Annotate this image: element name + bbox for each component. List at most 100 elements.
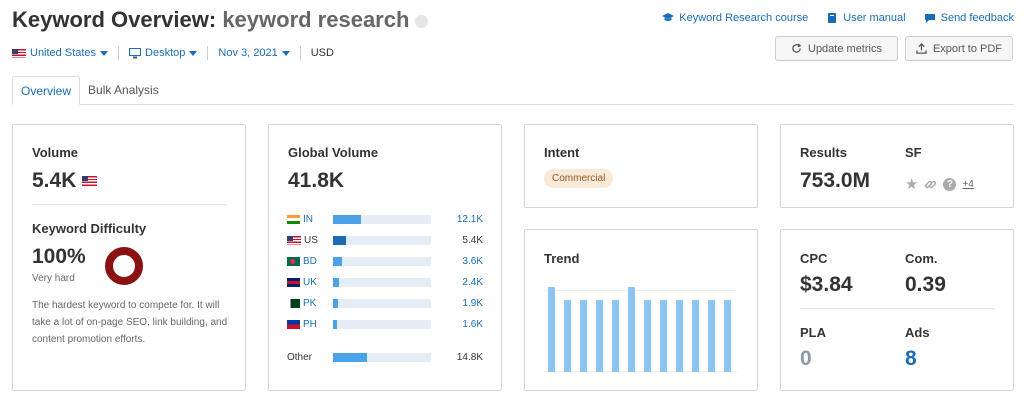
- intent-badge: Commercial: [544, 169, 614, 188]
- page-title: Keyword Overview: keyword research: [12, 7, 429, 33]
- results-value: 753.0M: [800, 169, 871, 192]
- top-links: Keyword Research course User manual Send…: [662, 12, 1014, 24]
- trend-bar: [596, 300, 603, 372]
- trend-bar: [612, 300, 619, 372]
- volume-bar: [333, 277, 431, 287]
- export-icon: [916, 43, 927, 54]
- cpc-card: CPC $3.84 Com. 0.39 PLA 0 Ads 8: [780, 229, 1014, 391]
- volume-value-row: 5.4K: [32, 169, 98, 193]
- sf-icons: ★ ? +4: [905, 175, 974, 193]
- bangladesh-flag-icon: [287, 256, 300, 266]
- volume-bar: [333, 298, 431, 308]
- update-metrics-button[interactable]: Update metrics: [775, 36, 898, 61]
- us-flag-icon: [287, 235, 301, 245]
- tab-bar: Overview Bulk Analysis: [12, 76, 1014, 105]
- pakistan-flag-icon: [287, 298, 300, 308]
- chat-bubble-icon: [924, 14, 935, 23]
- volume-bar-fill: [333, 235, 346, 245]
- trend-bar: [676, 300, 683, 372]
- device-select[interactable]: Desktop: [129, 47, 198, 59]
- volume-bar: [333, 352, 431, 362]
- global-volume-label: Global Volume: [288, 145, 379, 160]
- divider: [118, 46, 120, 60]
- title-prefix: Keyword Overview:: [12, 7, 217, 32]
- volume-label: Volume: [32, 145, 78, 160]
- global-volume-card: Global Volume 41.8K IN 12.1K US 5.4K BD …: [268, 124, 502, 391]
- trend-chart: [544, 287, 737, 390]
- trend-bar: [644, 300, 651, 372]
- pla-label: PLA: [800, 325, 826, 340]
- refresh-icon: [792, 43, 802, 53]
- divider: [800, 308, 995, 309]
- volume-bar: [333, 256, 431, 266]
- date-select[interactable]: Nov 3, 2021: [218, 47, 290, 59]
- volume-bar: [333, 235, 431, 245]
- country-row[interactable]: BD 3.6K: [287, 255, 483, 267]
- country-row[interactable]: UK 2.4K: [287, 276, 483, 288]
- divider: [207, 46, 209, 60]
- status-dot: [415, 14, 429, 28]
- manual-link[interactable]: User manual: [826, 12, 906, 24]
- trend-bar: [708, 300, 715, 372]
- volume-value: 5.4K: [32, 169, 77, 192]
- tab-bulk-analysis[interactable]: Bulk Analysis: [80, 76, 167, 104]
- country-select[interactable]: United States: [12, 47, 109, 59]
- chevron-down-icon: [281, 50, 290, 56]
- graduation-cap-icon: [662, 13, 675, 21]
- chevron-down-icon: [189, 50, 198, 56]
- ads-value[interactable]: 8: [905, 347, 917, 371]
- us-flag-icon: [82, 176, 98, 186]
- ads-label: Ads: [905, 325, 930, 340]
- sf-more-link[interactable]: +4: [962, 179, 973, 190]
- kd-value: 100%: [32, 245, 86, 268]
- philippines-flag-icon: [287, 319, 300, 329]
- country-row[interactable]: US 5.4K: [287, 234, 483, 246]
- trend-bar: [660, 300, 667, 372]
- course-link[interactable]: Keyword Research course: [662, 12, 808, 24]
- desktop-icon: [129, 47, 142, 58]
- country-row[interactable]: IN 12.1K: [287, 213, 483, 225]
- tab-overview[interactable]: Overview: [12, 76, 81, 105]
- trend-card: Trend: [524, 229, 758, 391]
- question-icon: ?: [943, 177, 957, 191]
- link-icon: [925, 180, 937, 188]
- title-keyword: keyword research: [222, 7, 410, 32]
- kd-description: The hardest keyword to compete for. It w…: [32, 300, 228, 345]
- intent-label: Intent: [544, 145, 580, 160]
- india-flag-icon: [287, 214, 300, 224]
- volume-bar: [333, 214, 431, 224]
- trend-bar: [548, 287, 555, 372]
- cpc-value: $3.84: [800, 273, 853, 296]
- volume-bar-fill: [333, 298, 338, 308]
- trend-bar: [724, 300, 731, 372]
- feedback-link[interactable]: Send feedback: [924, 12, 1014, 24]
- volume-bar-fill: [333, 277, 339, 287]
- kd-ring: [105, 247, 143, 285]
- trend-label: Trend: [544, 251, 580, 266]
- intent-card: Intent Commercial: [524, 124, 758, 208]
- com-label: Com.: [905, 251, 938, 266]
- filter-bar: United States Desktop Nov 3, 2021 USD: [12, 46, 334, 60]
- country-row[interactable]: PK 1.9K: [287, 297, 483, 309]
- kd-label: Keyword Difficulty: [32, 221, 147, 236]
- kd-level: Very hard: [32, 273, 75, 284]
- trend-bar: [580, 300, 587, 372]
- export-pdf-button[interactable]: Export to PDF: [905, 36, 1013, 61]
- chevron-down-icon: [100, 50, 109, 56]
- results-card: Results 753.0M SF ★ ? +4: [780, 124, 1014, 208]
- volume-bar: [333, 319, 431, 329]
- trend-bar: [564, 300, 571, 372]
- us-flag-icon: [12, 48, 26, 58]
- volume-bar-fill: [333, 214, 362, 224]
- volume-difficulty-card: Volume 5.4K Keyword Difficulty 100% Very…: [12, 124, 246, 391]
- divider: [32, 204, 227, 205]
- country-row[interactable]: PH 1.6K: [287, 318, 483, 330]
- results-label: Results: [800, 145, 847, 160]
- book-icon: [828, 13, 837, 23]
- divider: [299, 46, 301, 60]
- trend-bar: [628, 287, 635, 372]
- volume-bar-fill: [333, 256, 342, 266]
- country-row-other: Other 14.8K: [287, 351, 483, 363]
- sf-label: SF: [905, 145, 922, 160]
- trend-bar: [692, 300, 699, 372]
